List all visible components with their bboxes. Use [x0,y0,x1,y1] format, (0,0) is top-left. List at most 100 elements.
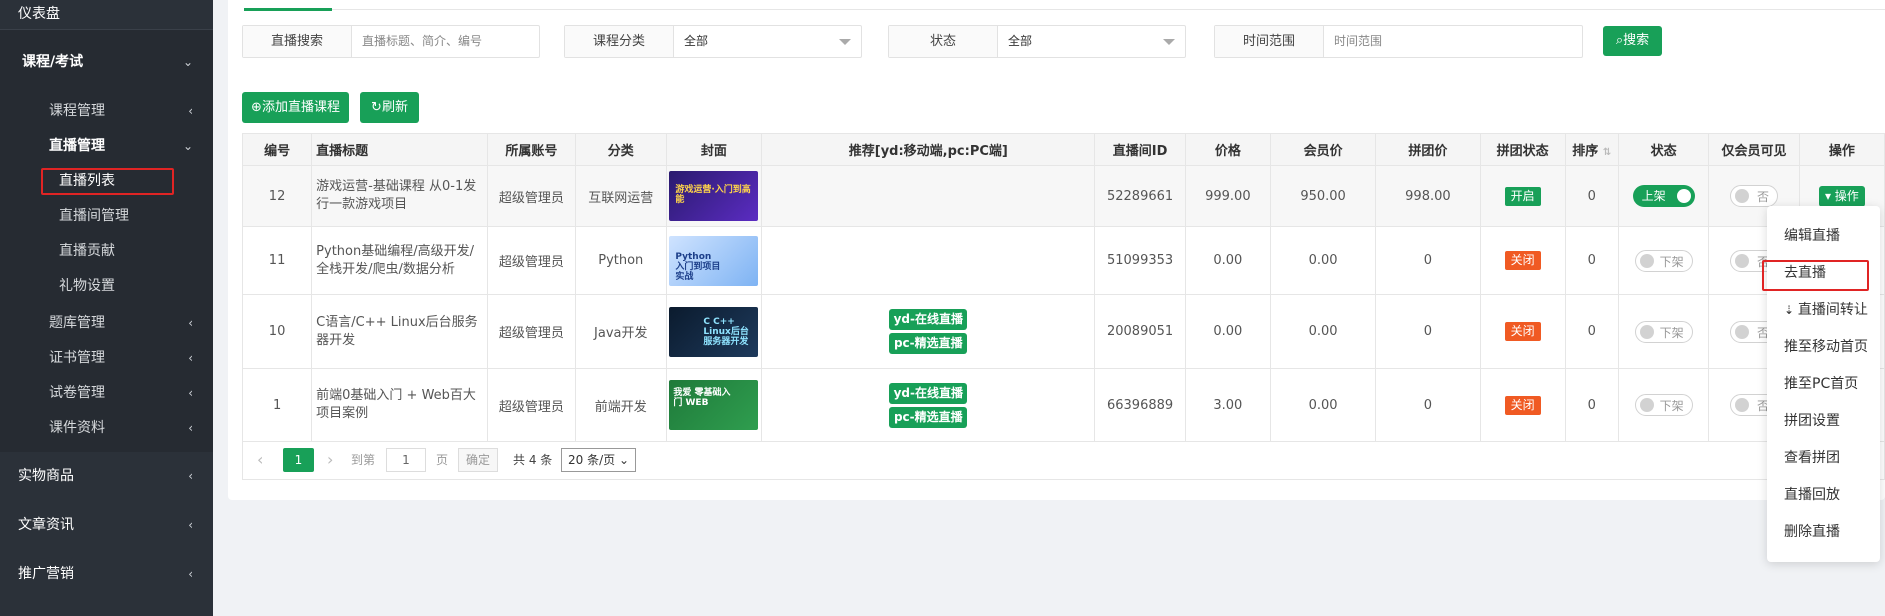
time-range-field: 时间范围 时间范围 [1214,25,1583,58]
nav-live-room-manage[interactable]: 直播间管理 [0,199,213,234]
nav-physical-goods-label: 实物商品 [18,468,74,484]
toggle-knob [1639,253,1654,268]
menu-view-group[interactable]: 查看拼团 [1767,440,1880,476]
cell-vip-price: 0.00 [1269,226,1377,295]
status-value: 全部 [1008,34,1033,48]
menu-group-settings[interactable]: 拼团设置 [1767,403,1880,439]
add-live-course-button[interactable]: ⊕添加直播课程 [242,92,349,123]
per-page-value: 20 条/页 [567,453,616,467]
menu-push-pc-home[interactable]: 推至PC首页 [1767,366,1880,402]
toggle-label: 下架 [1659,254,1684,269]
cell-category: 前端开发 [575,368,667,442]
status-badge: 开启 [1504,186,1541,206]
nav-courseware[interactable]: 课件资料 ‹ [0,411,213,446]
refresh-label: 刷新 [381,100,408,115]
cell-price: 999.00 [1184,165,1271,227]
menu-edit-live[interactable]: 编辑直播 [1767,218,1880,254]
vip-only-toggle[interactable]: 否 [1730,185,1779,207]
toggle-label: 上架 [1641,189,1666,203]
nav-question-bank[interactable]: 题库管理 ‹ [0,306,213,341]
cell-title: C语言/C++ Linux后台服务器开发 [311,294,488,369]
plus-circle-icon: ⊕ [251,100,262,115]
cell-status: 下架 [1617,226,1710,295]
toggle-knob [1676,189,1691,203]
nav-physical-goods[interactable]: 实物商品 ‹ [0,452,213,501]
cell-category: Python [575,226,667,295]
nav-exam-paper[interactable]: 试卷管理 ‹ [0,376,213,411]
nav-course-manage[interactable]: 课程管理 ‹ [0,94,213,129]
col-sort[interactable]: 排序 ⇅ [1564,133,1619,166]
per-page-select[interactable]: 20 条/页 ⌄ [561,448,636,472]
status-badge: 关闭 [1504,395,1541,415]
recommend-tag: yd-在线直播 [889,382,968,404]
nav-live-manage[interactable]: 直播管理 ⌄ [0,129,213,164]
main-card: 直播搜索 直播标题、简介、编号 课程分类 全部 状态 全部 时间范围 时间范围 … [228,0,1885,500]
chevron-left-icon: ‹ [188,386,193,400]
cover-text: C C++ Linux后台服务器开发 [703,316,749,347]
cover-image[interactable]: 我爱 零基础入门 WEB [669,380,759,430]
chevron-left-icon: ‹ [188,518,193,532]
status-label: 状态 [889,26,998,57]
nav-live-contribution[interactable]: 直播贡献 [0,234,213,269]
prev-page-icon[interactable]: ‹ [257,448,263,472]
search-button[interactable]: ⌕搜索 [1603,26,1662,56]
col-sort-label: 排序 [1572,144,1599,159]
cover-image[interactable]: 游戏运营·入门到高能 [669,171,759,221]
highlight-box [1762,260,1869,291]
course-category-field: 课程分类 全部 [564,25,862,58]
recommend-tag: yd-在线直播 [889,309,968,330]
cell-sort: 0 [1564,294,1619,369]
col-status: 状态 [1617,133,1710,166]
chevron-left-icon: ‹ [188,316,193,330]
nav-marketing[interactable]: 推广营销 ‹ [0,550,213,599]
page-input[interactable]: 1 [386,448,426,472]
publish-toggle[interactable]: 下架 [1634,394,1693,416]
refresh-button[interactable]: ↻刷新 [360,92,419,123]
publish-toggle[interactable]: 下架 [1634,320,1693,343]
nav-dashboard[interactable]: 仪表盘 [0,0,213,30]
menu-live-replay[interactable]: 直播回放 [1767,477,1880,513]
next-page-icon[interactable]: › [327,448,333,472]
cell-account: 超级管理员 [486,226,577,295]
chevron-left-icon: ‹ [188,351,193,365]
cell-id: 12 [241,165,313,227]
nav-courseware-label: 课件资料 [49,420,105,436]
cover-image[interactable]: C C++ Linux后台服务器开发 [669,306,759,357]
toggle-knob [1735,398,1750,412]
menu-push-mobile-home[interactable]: 推至移动首页 [1767,329,1880,365]
recommend-tag: pc-精选直播 [889,333,968,354]
course-category-value: 全部 [684,34,709,48]
cell-category: 互联网运营 [575,165,667,227]
time-range-input[interactable]: 时间范围 [1324,26,1582,57]
operation-dropdown-button[interactable]: ▾ 操作 [1818,185,1865,207]
caret-down-icon: ▾ [1824,188,1835,203]
cell-recommend: yd-在线直播 pc-精选直播 [761,294,1096,369]
live-search-input[interactable]: 直播标题、简介、编号 [352,26,539,57]
chevron-left-icon: ‹ [188,421,193,435]
cell-group-price: 0 [1375,226,1481,295]
page-current[interactable]: 1 [283,448,314,472]
nav-certificate[interactable]: 证书管理 ‹ [0,341,213,376]
cell-title: Python基础编程/高级开发/全栈开发/爬虫/数据分析 [311,226,488,295]
nav-exam-paper-label: 试卷管理 [49,385,105,401]
col-vip-price: 会员价 [1269,133,1377,166]
menu-transfer-room[interactable]: ⇣ 直播间转让 [1767,292,1880,328]
publish-toggle[interactable]: 上架 [1632,185,1695,207]
menu-delete-live[interactable]: 删除直播 [1767,514,1880,550]
nav-course-exam[interactable]: 课程/考试 ⌄ [0,30,213,94]
publish-toggle[interactable]: 下架 [1634,249,1693,272]
course-category-select[interactable]: 全部 [674,26,861,57]
cell-account: 超级管理员 [486,165,577,227]
cell-group-status: 开启 [1479,165,1566,227]
status-select[interactable]: 全部 [998,26,1185,57]
table-row: 11 Python基础编程/高级开发/全栈开发/爬虫/数据分析 超级管理员 Py… [241,226,1885,295]
goto-confirm-button[interactable]: 确定 [458,448,498,472]
toggle-label: 否 [1757,190,1770,204]
table-row: 10 C语言/C++ Linux后台服务器开发 超级管理员 Java开发 C C… [241,294,1885,369]
chevron-left-icon: ‹ [188,469,193,483]
nav-gift-settings[interactable]: 礼物设置 [0,269,213,304]
cell-sort: 0 [1564,165,1619,227]
nav-articles[interactable]: 文章资讯 ‹ [0,501,213,550]
nav-live-list[interactable]: 直播列表 [0,164,213,199]
cover-image[interactable]: Python 入门到项目实战 [669,235,759,286]
